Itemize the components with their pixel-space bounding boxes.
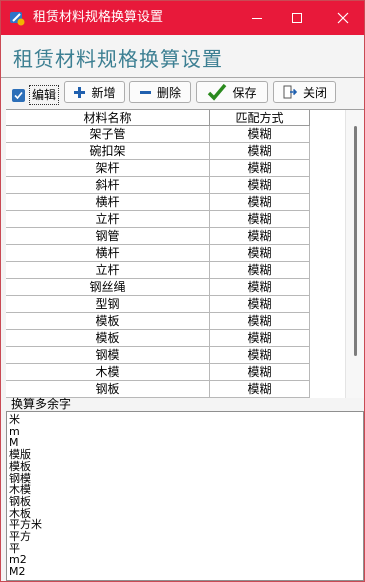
- grid-vertical-scrollbar[interactable]: [345, 110, 364, 398]
- match-mode-cell[interactable]: 模糊: [210, 143, 310, 160]
- minus-icon: [139, 90, 151, 94]
- table-row[interactable]: 架杆 模糊: [6, 160, 310, 177]
- material-name-cell[interactable]: 钢管: [6, 228, 210, 245]
- column-header-material-name[interactable]: 材料名称: [6, 110, 210, 126]
- delete-button-label: 删除: [156, 85, 181, 100]
- edit-checkbox-label[interactable]: 编辑: [29, 85, 60, 105]
- exit-door-icon: [283, 85, 298, 99]
- material-name-cell[interactable]: 钢丝绳: [6, 279, 210, 296]
- title-bar[interactable]: 租赁材料规格换算设置: [1, 1, 364, 35]
- column-header-match-mode[interactable]: 匹配方式: [210, 110, 310, 126]
- material-name-cell[interactable]: 架子管: [6, 126, 210, 143]
- material-name-cell[interactable]: 钢板: [6, 381, 210, 398]
- table-row[interactable]: 钢丝绳 模糊: [6, 279, 310, 296]
- extra-char-line: 钢模: [9, 471, 31, 485]
- extra-char-line: 模版: [9, 448, 31, 462]
- material-name-cell[interactable]: 横杆: [6, 245, 210, 262]
- table-row[interactable]: 模板 模糊: [6, 330, 310, 347]
- close-button-label: 关闭: [302, 85, 327, 100]
- match-mode-cell[interactable]: 模糊: [210, 177, 310, 194]
- match-mode-cell[interactable]: 模糊: [210, 381, 310, 398]
- maximize-button[interactable]: [277, 1, 317, 35]
- heading-divider: [1, 77, 364, 78]
- match-mode-cell[interactable]: 模糊: [210, 313, 310, 330]
- material-name-cell[interactable]: 立杆: [6, 211, 210, 228]
- maximize-icon: [292, 13, 302, 23]
- material-name-cell[interactable]: 模板: [6, 313, 210, 330]
- close-button[interactable]: 关闭: [273, 81, 336, 103]
- extra-char-line: 米: [9, 413, 20, 426]
- add-button-label: 新增: [91, 85, 116, 100]
- material-name-cell[interactable]: 模板: [6, 330, 210, 347]
- app-icon: [10, 12, 25, 26]
- material-name-cell[interactable]: 型钢: [6, 296, 210, 313]
- material-name-cell[interactable]: 碗扣架: [6, 143, 210, 160]
- table-row[interactable]: 模板 模糊: [6, 313, 310, 330]
- match-mode-cell[interactable]: 模糊: [210, 126, 310, 143]
- plus-icon: [74, 86, 86, 98]
- material-name-cell[interactable]: 钢模: [6, 347, 210, 364]
- extra-char-line: 平方米: [9, 518, 42, 532]
- table-row[interactable]: 木模 模糊: [6, 364, 310, 381]
- match-mode-cell[interactable]: 模糊: [210, 245, 310, 262]
- table-row[interactable]: 立杆 模糊: [6, 211, 310, 228]
- extra-char-line: 钢板: [9, 494, 31, 508]
- match-mode-cell[interactable]: 模糊: [210, 262, 310, 279]
- match-mode-cell[interactable]: 模糊: [210, 160, 310, 177]
- save-button[interactable]: 保存: [196, 81, 268, 103]
- match-mode-cell[interactable]: 模糊: [210, 364, 310, 381]
- table-row[interactable]: 碗扣架 模糊: [6, 143, 310, 160]
- material-name-cell[interactable]: 斜杆: [6, 177, 210, 194]
- match-mode-cell[interactable]: 模糊: [210, 211, 310, 228]
- extra-char-line: 平方: [9, 530, 31, 543]
- extra-char-line: 木板: [9, 506, 31, 520]
- material-name-cell[interactable]: 架杆: [6, 160, 210, 177]
- window-title: 租赁材料规格换算设置: [33, 10, 164, 25]
- extra-char-line: 木模: [9, 483, 31, 497]
- match-mode-cell[interactable]: 模糊: [210, 296, 310, 313]
- checkmark-icon: [208, 83, 227, 101]
- table-row[interactable]: 立杆 模糊: [6, 262, 310, 279]
- table-row[interactable]: 横杆 模糊: [6, 194, 310, 211]
- match-mode-cell[interactable]: 模糊: [210, 279, 310, 296]
- table-row[interactable]: 架子管 模糊: [6, 126, 310, 143]
- minimize-button[interactable]: [237, 1, 277, 35]
- add-button[interactable]: 新增: [64, 81, 125, 103]
- table-row[interactable]: 横杆 模糊: [6, 245, 310, 262]
- page-heading: 租赁材料规格换算设置: [13, 47, 223, 71]
- table-row[interactable]: 钢板 模糊: [6, 381, 310, 398]
- match-mode-cell[interactable]: 模糊: [210, 194, 310, 211]
- match-mode-cell[interactable]: 模糊: [210, 228, 310, 245]
- table-row[interactable]: 斜杆 模糊: [6, 177, 310, 194]
- extra-char-line: 模板: [9, 459, 31, 473]
- extra-chars-title: 换算多余字: [11, 397, 72, 411]
- delete-button[interactable]: 删除: [129, 81, 191, 103]
- table-row[interactable]: 型钢 模糊: [6, 296, 310, 313]
- extra-char-line: m: [9, 424, 20, 438]
- match-mode-cell[interactable]: 模糊: [210, 347, 310, 364]
- material-name-cell[interactable]: 立杆: [6, 262, 210, 279]
- edit-checkbox[interactable]: [12, 89, 25, 102]
- scrollbar-thumb[interactable]: [354, 126, 357, 356]
- app-window: 租赁材料规格换算设置 租赁材料规格换算设置 编辑 新增 删除 保存 关闭 材料名…: [0, 0, 365, 582]
- checkmark-icon: [14, 91, 23, 100]
- material-grid[interactable]: 材料名称 匹配方式 架子管 模糊 碗扣架 模糊 架杆 模糊 斜杆 模糊 横杆 模糊 立杆 模糊 钢管 模糊…: [6, 109, 364, 398]
- table-row[interactable]: 钢管 模糊: [6, 228, 310, 245]
- extra-char-line: 平: [9, 541, 20, 555]
- close-window-button[interactable]: [323, 1, 363, 35]
- match-mode-cell[interactable]: 模糊: [210, 330, 310, 347]
- extra-char-line: M: [9, 436, 19, 450]
- extra-char-line: M2: [9, 565, 26, 579]
- extra-chars-textarea[interactable]: 米 m M 模版 模板 钢模 木模 钢板 木板 平方米 平方平 m2 M2: [6, 411, 364, 581]
- extra-char-line: m2: [9, 553, 27, 567]
- table-row[interactable]: 钢模 模糊: [6, 347, 310, 364]
- material-name-cell[interactable]: 横杆: [6, 194, 210, 211]
- close-icon: [337, 12, 349, 24]
- save-button-label: 保存: [232, 85, 257, 100]
- minimize-icon: [252, 18, 262, 19]
- material-name-cell[interactable]: 木模: [6, 364, 210, 381]
